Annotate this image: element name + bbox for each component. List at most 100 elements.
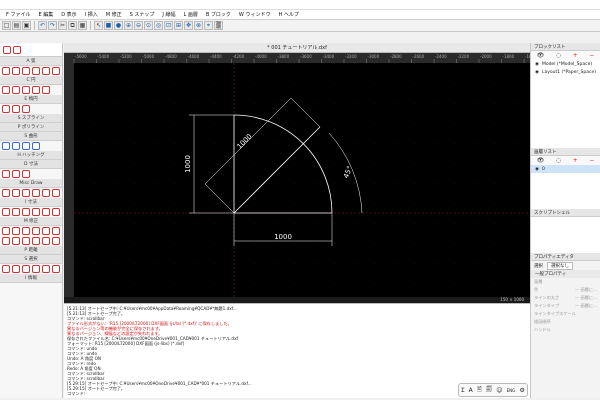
dim-tool-icon[interactable] (22, 208, 30, 216)
modify-tool-icon[interactable] (12, 227, 20, 235)
cut-icon[interactable]: ✂ (58, 21, 67, 30)
zoom-window-icon[interactable]: ⊡ (164, 21, 173, 30)
shape-tool-icon[interactable] (32, 142, 40, 150)
script-shell-body[interactable] (531, 217, 600, 253)
modify-tool-icon[interactable] (2, 227, 10, 235)
snap-icon[interactable]: ⌖ (204, 21, 213, 30)
remove-icon[interactable]: − (589, 157, 594, 164)
clipboard-icon[interactable]: 🗐 (486, 385, 492, 395)
block-item-model[interactable]: ◉ Model (*Model_Space) (531, 60, 600, 68)
misc-tool-icon[interactable] (42, 189, 50, 197)
eye-icon[interactable]: ◉ (535, 62, 539, 67)
modify-tool-icon[interactable] (42, 237, 50, 245)
ellipse-tool-icon[interactable] (12, 105, 20, 113)
modify-tool-icon[interactable] (32, 237, 40, 245)
shape-tool-icon[interactable] (22, 142, 30, 150)
menu-file[interactable]: F ファイル (2, 11, 34, 18)
modify-tool-icon[interactable] (32, 227, 40, 235)
dim-tool-icon[interactable] (42, 208, 50, 216)
menu-window[interactable]: W ウィンドウ (235, 11, 275, 18)
lock-icon[interactable]: ◌ (556, 157, 561, 164)
document-tab[interactable]: * 001 チュートリアル.dxf (64, 43, 530, 53)
modify-tool-icon[interactable] (22, 227, 30, 235)
dim-tool-icon[interactable] (12, 208, 20, 216)
property-row[interactable]: 画層 (531, 278, 600, 286)
ellipse-tool-icon[interactable] (22, 105, 30, 113)
palette-section-distance[interactable]: P 距離 (0, 246, 62, 255)
palette-section-select[interactable]: S 選択 (0, 255, 62, 264)
select-tool-icon[interactable] (32, 265, 40, 273)
dimension-tool-icon[interactable] (12, 170, 20, 178)
eye-icon[interactable]: 👁 (537, 157, 545, 164)
pan-icon[interactable]: ✥ (184, 21, 193, 30)
circle-tool-icon[interactable] (2, 86, 10, 94)
palette-section-ellipse[interactable]: E 楕円 (0, 95, 62, 104)
palette-section-misc-draw[interactable]: Misc Draw (0, 179, 62, 188)
palette-section-hatch[interactable]: H ハッチング (0, 151, 62, 160)
add-icon[interactable]: + (573, 52, 578, 59)
misc-tool-icon[interactable] (32, 189, 40, 197)
circle-tool-icon[interactable] (42, 86, 50, 94)
menu-help[interactable]: H ヘルプ (274, 11, 302, 18)
modify-tool-icon[interactable] (42, 227, 50, 235)
menu-view[interactable]: D 表示 (57, 11, 80, 18)
property-row[interactable]: ラインタイプスケール (531, 310, 600, 318)
palette-section-info[interactable]: I 情報 (0, 274, 62, 283)
palette-section-dimension[interactable]: D 寸法 (0, 160, 62, 169)
select-tool-icon[interactable] (12, 265, 20, 273)
eye-icon[interactable]: ◉ (535, 70, 539, 75)
modify-tool-icon[interactable] (52, 227, 60, 235)
dimension-tool-icon[interactable] (2, 170, 10, 178)
remove-icon[interactable]: − (589, 52, 594, 59)
menu-insert[interactable]: I 挿入 (81, 11, 102, 18)
palette-section-polyline[interactable]: P ポリライン (0, 123, 62, 132)
circle-tool-icon[interactable] (32, 86, 40, 94)
select-tool-icon[interactable] (22, 265, 30, 273)
arc-tool-icon[interactable] (32, 67, 40, 75)
zoom-previous-icon[interactable]: ◎ (154, 21, 163, 30)
ellipse-tool-icon[interactable] (2, 105, 10, 113)
document-icon[interactable]: 🖹 (477, 385, 482, 395)
zoom-in-icon[interactable]: ⊕ (124, 21, 133, 30)
property-row[interactable]: ラインの太さ — 画層に... (531, 294, 600, 302)
language-indicator[interactable]: ENG (507, 388, 516, 393)
redo-icon[interactable]: ↷ (48, 21, 57, 30)
property-row[interactable]: 色 — 画層に... (531, 286, 600, 294)
save-icon[interactable]: ▣ (22, 21, 31, 30)
line-tool-icon[interactable] (13, 45, 21, 54)
circle-tool-icon[interactable] (22, 86, 30, 94)
block-item-layout[interactable]: ◉ Layout1 (*Paper_Space) (531, 68, 600, 76)
dim-tool-icon[interactable] (52, 208, 60, 216)
font-icon[interactable]: A (469, 387, 473, 394)
select-tool-icon[interactable] (42, 265, 50, 273)
open-file-icon[interactable]: ▤ (12, 21, 21, 30)
misc-tool-icon[interactable] (12, 189, 20, 197)
point-tool-icon[interactable] (3, 45, 11, 54)
palette-section-shape[interactable]: S 曲形 (0, 132, 62, 141)
emoji-icon[interactable]: ☺ (496, 387, 502, 394)
zoom-selection-icon[interactable]: ⊞ (174, 21, 183, 30)
eye-off-icon[interactable]: ◌ (556, 52, 561, 59)
zoom-out-icon[interactable]: ⊖ (134, 21, 143, 30)
property-row[interactable]: ハンドル (531, 326, 600, 334)
modify-tool-icon[interactable] (12, 237, 20, 245)
menu-layer[interactable]: L 画層 (180, 11, 202, 18)
drawing-canvas[interactable]: 1000 1000 1000 45° (74, 63, 530, 298)
undo-icon[interactable]: ↶ (38, 21, 47, 30)
zoom-auto-icon[interactable]: ⊙ (144, 21, 153, 30)
menu-snap[interactable]: S スナップ (126, 11, 159, 18)
select-tool-icon[interactable] (52, 265, 60, 273)
arc-tool-icon[interactable] (2, 67, 10, 75)
settings-icon[interactable]: ⚙ (519, 387, 524, 394)
modify-tool-icon[interactable] (2, 237, 10, 245)
dimension-tool-icon[interactable] (22, 170, 30, 178)
misc-tool-icon[interactable] (52, 189, 60, 197)
arc-tool-icon[interactable] (52, 67, 60, 75)
property-row[interactable]: ラインタイプ — 画層に... (531, 302, 600, 310)
modify-tool-icon[interactable] (52, 237, 60, 245)
menu-lineweight[interactable]: J 線幅 (158, 11, 179, 18)
paste-icon[interactable]: ▦ (78, 21, 87, 30)
misc-tool-icon[interactable] (2, 189, 10, 197)
eye-icon[interactable]: ◉ (535, 167, 539, 172)
dim-tool-icon[interactable] (32, 208, 40, 216)
